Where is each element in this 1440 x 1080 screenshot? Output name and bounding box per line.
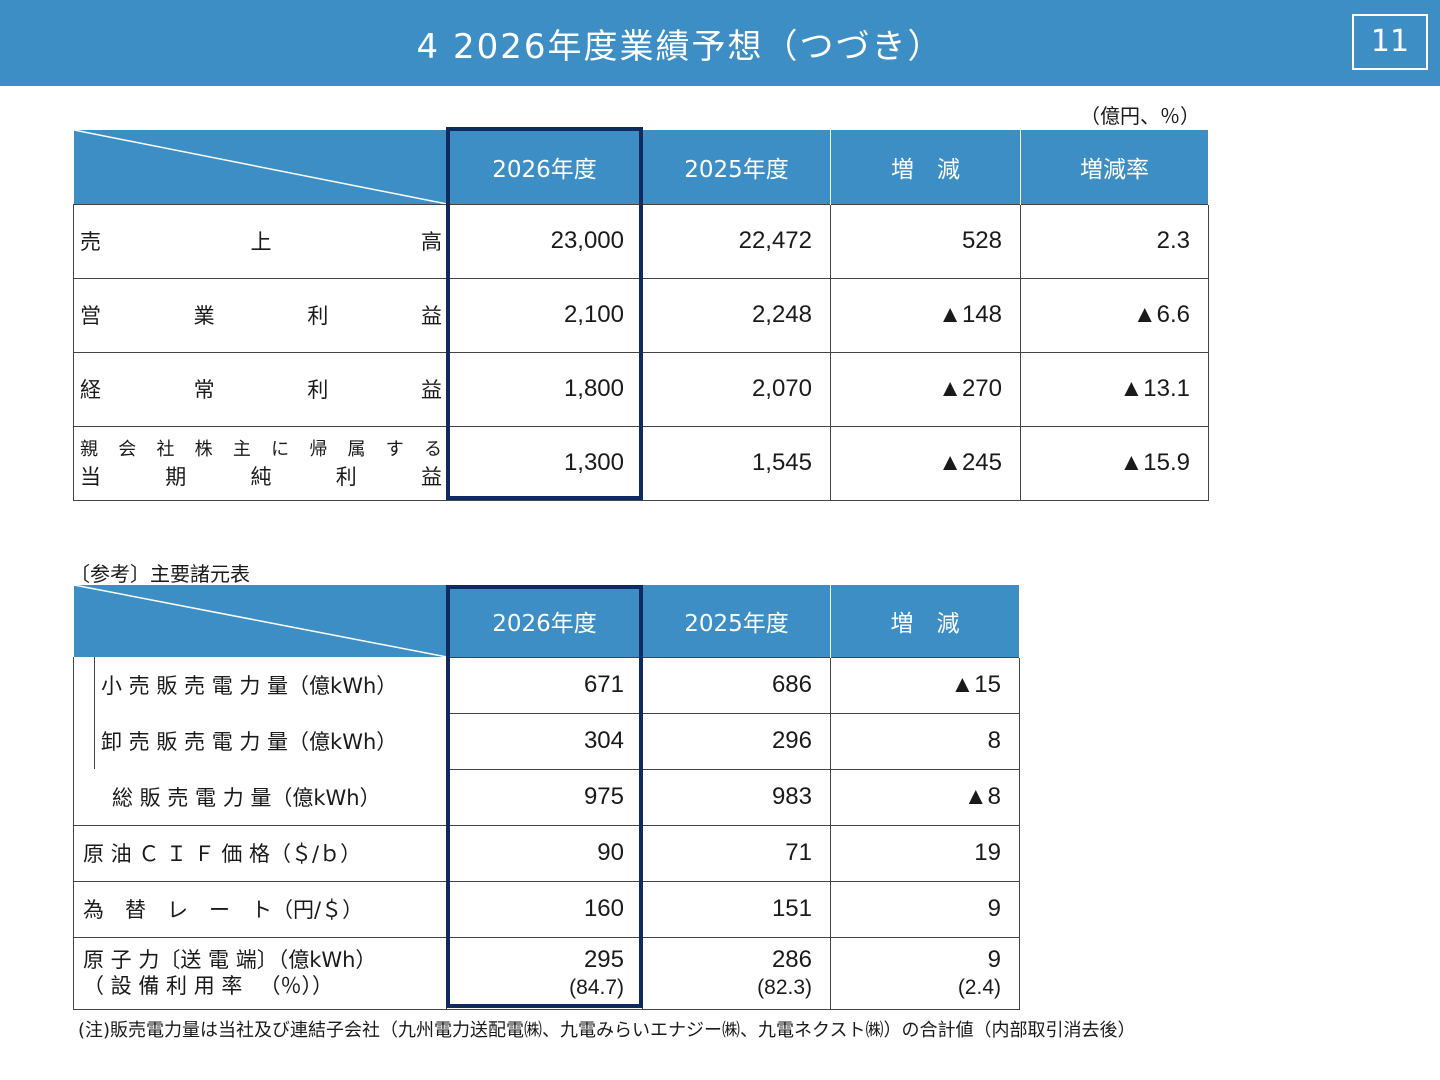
value-cell: ▲245 xyxy=(830,425,1021,501)
label-char: 社 xyxy=(156,439,175,460)
page-number: 11 xyxy=(1352,14,1428,70)
value-cell: ▲15 xyxy=(830,656,1020,714)
value-cell: 528 xyxy=(830,203,1021,279)
highlight-2026-column xyxy=(446,585,643,1008)
label-char: に xyxy=(271,439,290,460)
label-char: 期 xyxy=(165,465,187,489)
label-text: 原 油 Ｃ Ｉ Ｆ 価 格（＄/ｂ） xyxy=(83,842,362,866)
value-cell: ▲8 xyxy=(830,768,1020,826)
value-cell: 686 xyxy=(642,656,831,714)
value-cell: ▲148 xyxy=(830,277,1021,353)
value-cell: 286 (82.3) xyxy=(642,936,831,1010)
value-cell: 2.3 xyxy=(1020,203,1209,279)
corner-cell xyxy=(73,130,447,204)
col-header-change: 増 減 xyxy=(830,130,1021,204)
label-text: 総 販 売 電 力 量（億kWh） xyxy=(112,785,381,810)
row-label-operating-profit: 営 業 利 益 xyxy=(73,277,447,353)
value-cell: 71 xyxy=(642,824,831,882)
label-char: 高 xyxy=(421,230,442,254)
row-label-net-income: 親 会 社 株 主 に 帰 属 す る 当 期 純 利 益 xyxy=(73,425,447,501)
title-bar: 4 2026年度業績予想（つづき） 11 xyxy=(0,0,1440,86)
value-text: (82.3) xyxy=(757,975,812,999)
row-label: 原 油 Ｃ Ｉ Ｆ 価 格（＄/ｂ） xyxy=(73,824,447,882)
label-char: 主 xyxy=(232,439,251,460)
row-label-ordinary-profit: 経 常 利 益 xyxy=(73,351,447,427)
value-cell: 983 xyxy=(642,768,831,826)
value-text: 9 xyxy=(987,945,1001,973)
corner-cell xyxy=(73,585,447,657)
highlight-2026-column xyxy=(446,127,643,500)
label-char: 営 xyxy=(80,304,101,328)
label-text: 為 替 レ ー ト（円/＄） xyxy=(83,898,364,922)
value-text: (2.4) xyxy=(957,975,1001,999)
label-text: （ 設 備 利 用 率 （％）） xyxy=(83,974,334,998)
value-cell: ▲6.6 xyxy=(1020,277,1209,353)
value-cell: ▲270 xyxy=(830,351,1021,427)
value-cell: ▲13.1 xyxy=(1020,351,1209,427)
row-label: 小 売 販 売 電 力 量（億kWh） xyxy=(73,657,447,713)
label-char: 業 xyxy=(193,304,215,328)
label-char: 利 xyxy=(307,378,329,402)
label-char: 益 xyxy=(421,465,442,489)
col-header-change: 増 減 xyxy=(830,585,1020,657)
label-char: す xyxy=(385,439,404,460)
reference-label: 〔参考〕主要諸元表 xyxy=(70,562,250,586)
page-title: 4 2026年度業績予想（つづき） xyxy=(416,27,944,67)
indent-divider xyxy=(94,657,95,769)
label-char: 当 xyxy=(80,465,101,489)
label-char: 益 xyxy=(420,378,442,402)
value-cell: 19 xyxy=(830,824,1020,882)
col-header-2025: 2025年度 xyxy=(642,130,831,204)
label-char: 売 xyxy=(80,230,101,254)
label-text: 卸 売 販 売 電 力 量（億kWh） xyxy=(101,730,398,754)
value-cell: 8 xyxy=(830,712,1020,770)
value-cell: 2,070 xyxy=(642,351,831,427)
value-cell: 9 (2.4) xyxy=(830,936,1020,1010)
label-char: 会 xyxy=(118,439,137,460)
value-cell: 296 xyxy=(642,712,831,770)
label-char: 親 xyxy=(80,439,98,460)
label-char: 純 xyxy=(250,465,272,489)
col-header-change-rate: 増減率 xyxy=(1020,130,1209,204)
row-label: 卸 売 販 売 電 力 量（億kWh） xyxy=(73,713,447,769)
row-label: 原 子 力〔送 電 端〕（億kWh） （ 設 備 利 用 率 （％）） xyxy=(73,936,447,1010)
row-label: 総 販 売 電 力 量（億kWh） xyxy=(73,769,447,826)
diagonal-line xyxy=(73,585,447,657)
label-char: 利 xyxy=(335,465,357,489)
row-label: 為 替 レ ー ト（円/＄） xyxy=(73,880,447,938)
label-char: 上 xyxy=(250,230,272,254)
value-cell: 2,248 xyxy=(642,277,831,353)
col-header-2025: 2025年度 xyxy=(642,585,831,657)
unit-note: （億円、％） xyxy=(1080,104,1200,128)
diagonal-line xyxy=(73,130,447,204)
label-char: る xyxy=(423,439,442,460)
value-text: 286 xyxy=(771,945,812,973)
value-cell: 1,545 xyxy=(642,425,831,501)
label-char: 帰 xyxy=(309,439,328,460)
label-char: 株 xyxy=(194,439,213,460)
label-char: 属 xyxy=(347,439,366,460)
label-char: 常 xyxy=(193,378,215,402)
value-cell: 151 xyxy=(642,880,831,938)
label-text: 原 子 力〔送 電 端〕（億kWh） xyxy=(83,947,377,972)
label-char: 益 xyxy=(420,304,442,328)
row-label-sales: 売 上 高 xyxy=(73,203,447,279)
value-cell: 9 xyxy=(830,880,1020,938)
value-cell: ▲15.9 xyxy=(1020,425,1209,501)
footnote: (注)販売電力量は当社及び連結子会社（九州電力送配電㈱、九電みらいエナジー㈱、九… xyxy=(78,1020,1136,1041)
label-text: 小 売 販 売 電 力 量（億kWh） xyxy=(101,674,398,698)
label-char: 経 xyxy=(80,378,101,402)
label-char: 利 xyxy=(307,304,329,328)
value-cell: 22,472 xyxy=(642,203,831,279)
